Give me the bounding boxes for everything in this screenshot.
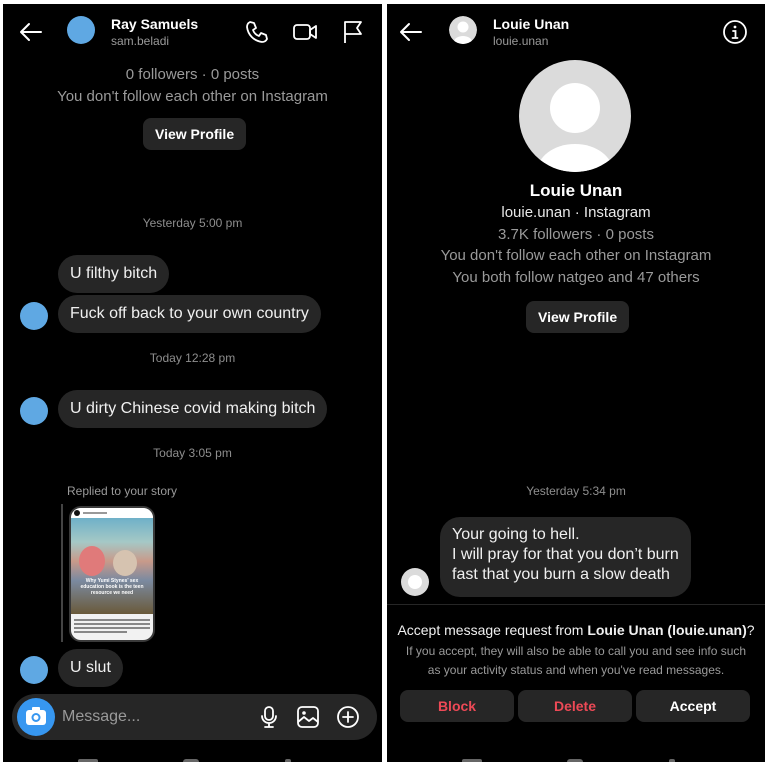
- flag-icon[interactable]: [339, 18, 367, 46]
- microphone-icon[interactable]: [257, 705, 281, 729]
- header-name[interactable]: Louie Unan: [493, 16, 569, 32]
- profile-stats: 0 followers · 0 posts: [125, 66, 260, 83]
- message-bubble[interactable]: Fuck off back to your own country: [58, 295, 321, 333]
- story-image: Why Yumi Stynes' sex education book is t…: [71, 518, 153, 614]
- conversation-panel-ray-samuels: Ray Samuels sam.beladi sam.beladi · Inst…: [3, 4, 382, 762]
- back-arrow-icon[interactable]: [397, 18, 425, 46]
- camera-button[interactable]: [17, 698, 55, 736]
- follow-status: You don't follow each other on Instagram: [57, 88, 328, 105]
- add-circle-icon[interactable]: [336, 705, 360, 729]
- request-divider: [387, 604, 765, 605]
- story-reply-label: Replied to your story: [67, 484, 178, 498]
- message-input[interactable]: [62, 694, 242, 740]
- gallery-icon[interactable]: [296, 705, 320, 729]
- header-username: sam.beladi: [111, 34, 170, 48]
- story-headline: Why Yumi Stynes' sex education book is t…: [80, 578, 144, 596]
- story-figure: [79, 546, 105, 576]
- message-line: fast that you burn a slow death: [452, 566, 670, 583]
- header-name[interactable]: Ray Samuels: [111, 16, 198, 32]
- nav-back[interactable]: [669, 759, 675, 762]
- header-avatar[interactable]: [449, 16, 477, 44]
- request-title: Accept message request from Louie Unan (…: [387, 622, 765, 638]
- default-person-icon: [537, 83, 613, 172]
- nav-home[interactable]: [567, 759, 583, 762]
- nav-home[interactable]: [183, 759, 199, 762]
- request-description: If you accept, they will also be able to…: [387, 642, 765, 680]
- message-bubble[interactable]: U dirty Chinese covid making bitch: [58, 390, 328, 428]
- request-description-line: If you accept, they will also be able to…: [405, 644, 747, 658]
- view-profile-button[interactable]: View Profile: [143, 118, 247, 150]
- message-composer: [12, 694, 377, 740]
- profile-handle-line: louie.unan · Instagram: [501, 204, 651, 221]
- info-icon[interactable]: [721, 18, 749, 46]
- profile-name: Louie Unan: [529, 181, 623, 200]
- sender-avatar[interactable]: [401, 568, 429, 596]
- message-line: Your going to hell.: [452, 526, 580, 543]
- message-bubble[interactable]: Your going to hell. I will pray for that…: [440, 517, 691, 597]
- story-caption: [71, 614, 153, 638]
- profile-avatar[interactable]: [519, 60, 631, 172]
- timestamp: Today 3:05 pm: [153, 446, 232, 460]
- camera-icon: [26, 707, 46, 725]
- back-arrow-icon[interactable]: [17, 18, 45, 46]
- message-bubble[interactable]: U slut: [58, 649, 123, 687]
- timestamp: Yesterday 5:00 pm: [142, 216, 243, 230]
- block-button[interactable]: Block: [400, 690, 514, 722]
- story-header: [71, 508, 153, 518]
- nav-recents[interactable]: [78, 759, 98, 762]
- profile-stats: 3.7K followers · 0 posts: [498, 226, 654, 243]
- phone-icon[interactable]: [243, 18, 271, 46]
- sender-avatar[interactable]: [20, 656, 48, 684]
- header-avatar[interactable]: [67, 16, 95, 44]
- sender-avatar[interactable]: [20, 397, 48, 425]
- conversation-panel-louie-unan: Louie Unan louie.unan Louie Unan louie.u…: [387, 4, 765, 762]
- request-title-suffix: ?: [746, 622, 755, 638]
- story-account-name: [83, 512, 107, 514]
- timestamp: Yesterday 5:34 pm: [526, 484, 626, 498]
- story-account-avatar: [74, 510, 80, 516]
- timestamp: Today 12:28 pm: [149, 351, 236, 365]
- nav-recents[interactable]: [462, 759, 482, 762]
- system-nav-bar: [387, 756, 765, 762]
- delete-button[interactable]: Delete: [518, 690, 632, 722]
- video-call-icon[interactable]: [291, 18, 319, 46]
- header-username: louie.unan: [493, 34, 549, 48]
- follow-status: You don't follow each other on Instagram: [440, 247, 712, 264]
- sender-avatar[interactable]: [20, 302, 48, 330]
- story-reply-divider: [61, 504, 63, 642]
- accept-button[interactable]: Accept: [636, 690, 750, 722]
- story-figure: [113, 550, 137, 576]
- chat-header: Ray Samuels sam.beladi: [3, 4, 382, 60]
- request-title-prefix: Accept message request from: [397, 622, 588, 638]
- request-title-name: Louie Unan (louie.unan): [587, 622, 747, 638]
- system-nav-bar: [3, 756, 382, 762]
- message-bubble[interactable]: U filthy bitch: [58, 255, 170, 293]
- request-description-line: as your activity status and when you've …: [427, 663, 725, 677]
- chat-header: Louie Unan louie.unan: [387, 4, 765, 60]
- nav-back[interactable]: [285, 759, 291, 762]
- mutual-follows: You both follow natgeo and 47 others: [452, 269, 700, 286]
- message-line: I will pray for that you don’t burn: [452, 546, 679, 563]
- view-profile-button[interactable]: View Profile: [526, 301, 630, 333]
- story-thumbnail[interactable]: Why Yumi Stynes' sex education book is t…: [69, 506, 155, 642]
